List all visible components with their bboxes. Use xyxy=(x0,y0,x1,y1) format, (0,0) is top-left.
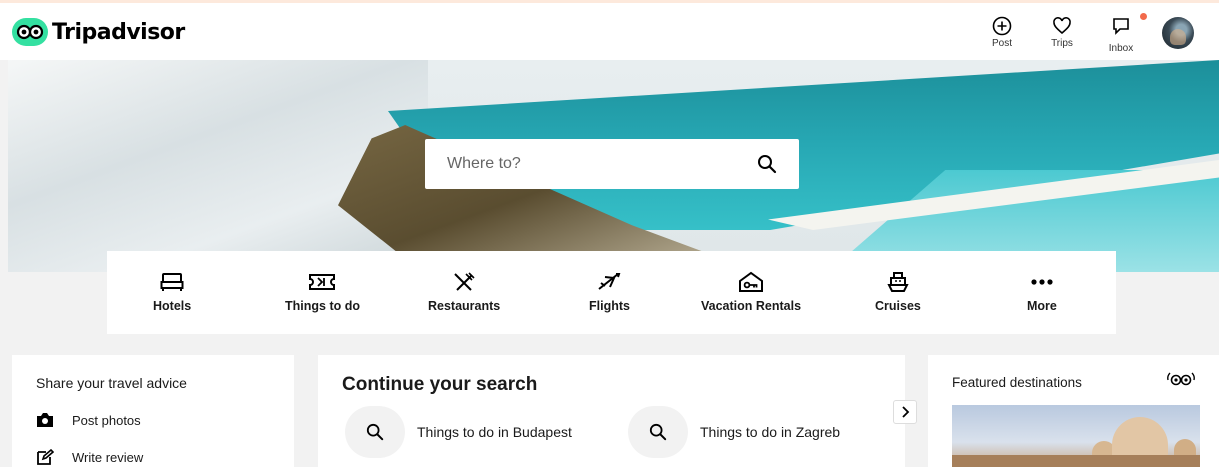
bed-icon xyxy=(160,273,184,291)
continue-search-title: Continue your search xyxy=(342,374,538,395)
category-label: Flights xyxy=(589,299,630,313)
notification-badge xyxy=(1138,11,1149,22)
post-photos-link[interactable]: Post photos xyxy=(36,412,141,428)
category-label: Cruises xyxy=(875,299,921,313)
featured-destination-image[interactable] xyxy=(952,405,1200,467)
search-icon xyxy=(649,423,667,441)
share-advice-title: Share your travel advice xyxy=(36,375,187,391)
search-icon xyxy=(758,155,777,174)
ticket-icon xyxy=(309,274,336,290)
category-things-to-do[interactable]: Things to do xyxy=(285,271,360,313)
share-advice-panel: Share your travel advice Post photos Wri… xyxy=(12,355,294,467)
utensils-icon xyxy=(454,272,475,291)
post-label: Post xyxy=(991,38,1012,49)
category-more[interactable]: More xyxy=(1027,271,1057,313)
write-review-link[interactable]: Write review xyxy=(36,449,143,465)
category-restaurants[interactable]: Restaurants xyxy=(428,271,500,313)
category-bar: Hotels Things to do Restaurants Flights … xyxy=(107,251,1116,334)
heart-icon xyxy=(1053,17,1071,35)
house-key-icon xyxy=(739,271,764,292)
brand-name: Tripadvisor xyxy=(52,19,185,45)
category-label: Things to do xyxy=(285,299,360,313)
category-vacation-rentals[interactable]: Vacation Rentals xyxy=(701,271,801,313)
top-bar: Tripadvisor Post Trips Inbox xyxy=(0,0,1219,60)
owl-logo-icon xyxy=(12,18,48,46)
plane-icon xyxy=(598,273,621,290)
write-review-label: Write review xyxy=(72,449,144,465)
camera-icon xyxy=(37,413,53,427)
category-flights[interactable]: Flights xyxy=(589,271,630,313)
more-dots-icon xyxy=(1031,279,1053,285)
category-label: Vacation Rentals xyxy=(701,299,802,313)
category-label: Restaurants xyxy=(428,299,501,313)
plus-circle-icon xyxy=(992,16,1012,36)
chat-icon xyxy=(1113,18,1129,35)
recent-search-label: Things to do in Budapest xyxy=(417,424,572,440)
edit-icon xyxy=(37,449,54,465)
trips-button[interactable]: Trips xyxy=(1037,16,1087,49)
category-cruises[interactable]: Cruises xyxy=(875,271,921,313)
category-label: More xyxy=(1027,299,1057,313)
search-icon xyxy=(366,423,384,441)
user-avatar[interactable] xyxy=(1162,17,1194,49)
recent-search-budapest[interactable]: Things to do in Budapest xyxy=(345,406,572,458)
category-hotels[interactable]: Hotels xyxy=(153,271,191,313)
continue-search-panel: Continue your search Things to do in Bud… xyxy=(318,355,905,467)
chevron-right-icon xyxy=(902,406,910,418)
inbox-label: Inbox xyxy=(1108,43,1134,54)
category-label: Hotels xyxy=(153,299,192,313)
featured-destinations-panel: Featured destinations xyxy=(928,355,1219,467)
inbox-button[interactable]: Inbox xyxy=(1096,11,1149,54)
recent-search-zagreb[interactable]: Things to do in Zagreb xyxy=(628,406,840,458)
post-button[interactable]: Post xyxy=(977,16,1027,49)
search-placeholder: Where to? xyxy=(447,155,521,172)
recent-search-label: Things to do in Zagreb xyxy=(700,424,841,440)
featured-destinations-title: Featured destinations xyxy=(952,375,1082,390)
ship-icon xyxy=(887,272,909,292)
tripadvisor-logo[interactable]: Tripadvisor xyxy=(12,18,185,46)
owl-badge-icon xyxy=(1167,372,1195,386)
search-input[interactable]: Where to? xyxy=(425,139,799,189)
carousel-next-button[interactable] xyxy=(893,400,917,424)
post-photos-label: Post photos xyxy=(72,412,141,428)
top-accent-line xyxy=(0,0,1219,3)
trips-label: Trips xyxy=(1051,38,1073,49)
